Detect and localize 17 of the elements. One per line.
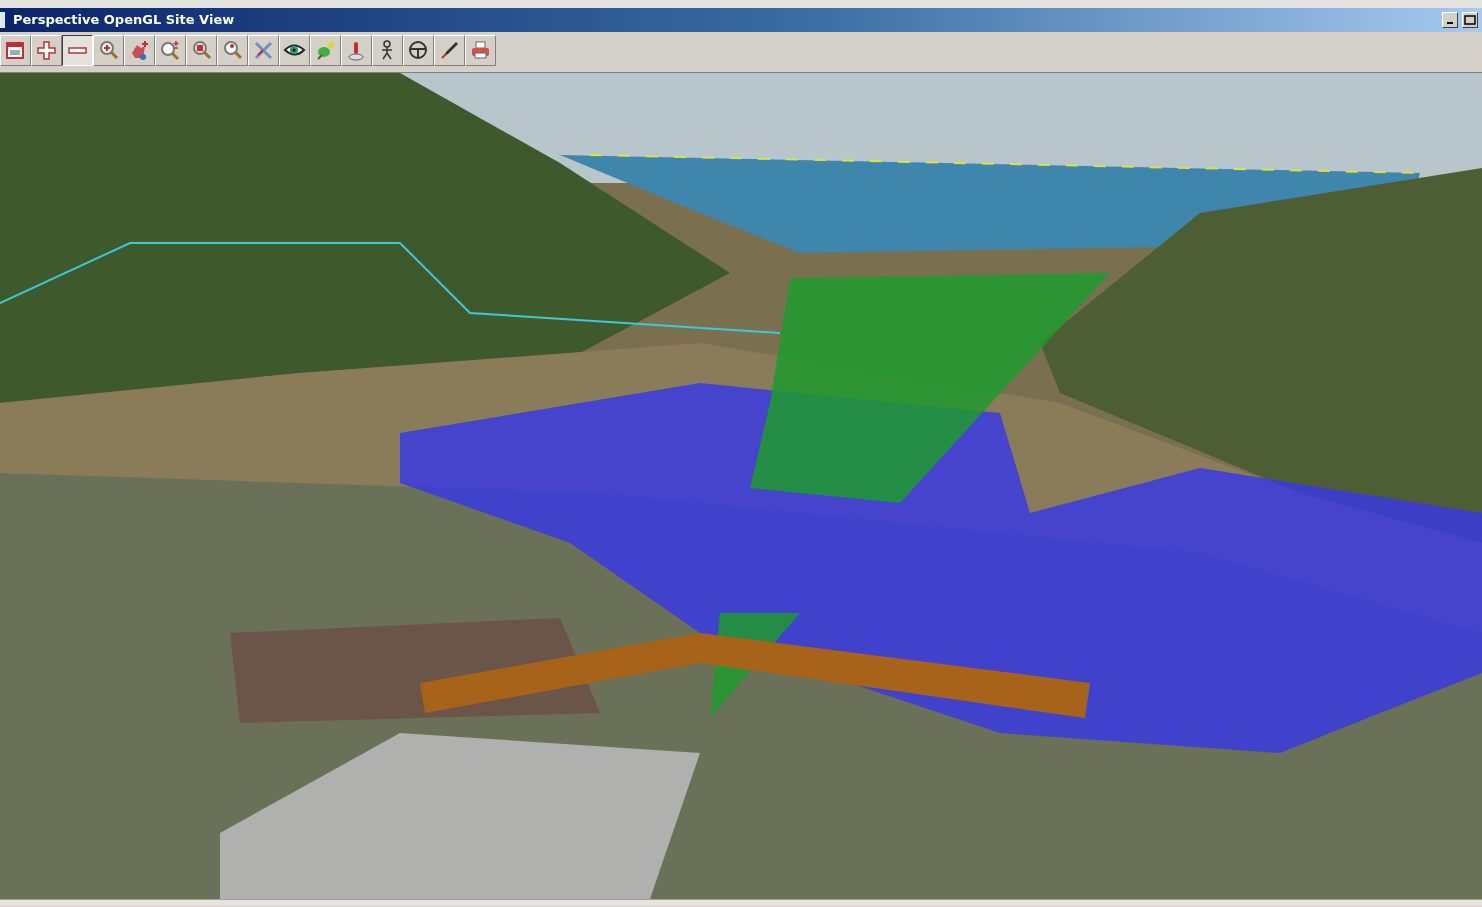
minimize-icon — [1447, 22, 1453, 24]
window-icon — [4, 39, 27, 62]
zoom-icon — [159, 39, 182, 62]
plus-icon — [35, 39, 58, 62]
zoom-in-icon — [97, 39, 120, 62]
maximize-button[interactable] — [1462, 12, 1478, 28]
window-icon — [0, 12, 5, 28]
maximize-icon — [1464, 15, 1476, 25]
toolbar-button[interactable] — [62, 35, 93, 66]
printer-icon — [469, 39, 492, 62]
terrain-view-drawing[interactable] — [0, 73, 1482, 899]
steering-wheel-icon — [407, 39, 430, 62]
zoom-box-icon — [190, 39, 213, 62]
minimize-button[interactable] — [1442, 12, 1458, 28]
cross-icon — [252, 39, 275, 62]
window-title: Perspective OpenGL Site View — [12, 11, 235, 30]
zoom-point-icon — [221, 39, 244, 62]
